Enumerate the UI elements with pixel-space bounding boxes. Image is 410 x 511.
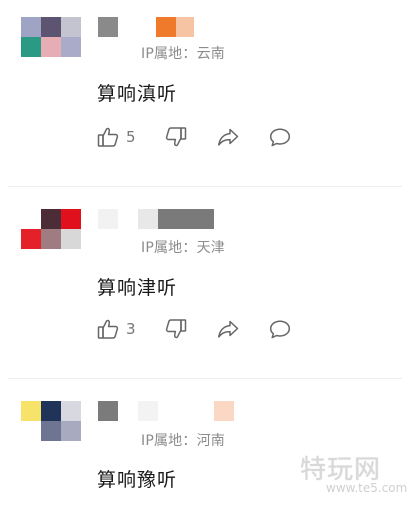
avatar-pixel [61, 421, 81, 441]
avatar-pixel [21, 401, 41, 421]
comment-bubble-icon [268, 317, 292, 341]
thumbs-up-icon [96, 125, 120, 149]
username-pixel [98, 209, 118, 229]
comment-item: IP属地：天津 算响津听 3 [0, 188, 410, 380]
avatar-pixel [61, 401, 81, 421]
avatar-pixel [41, 37, 61, 57]
like-button[interactable]: 3 [96, 317, 136, 341]
comment-actions: 3 [96, 317, 316, 341]
ip-location: IP属地：云南 [141, 46, 225, 62]
username-pixel [138, 209, 158, 229]
comment-actions: 5 [96, 125, 316, 149]
comment-text: 算响豫听 [97, 469, 178, 491]
avatar-pixel [61, 37, 81, 57]
reply-button[interactable] [268, 317, 292, 341]
share-button[interactable] [216, 125, 240, 149]
thumbs-down-icon [164, 317, 188, 341]
username[interactable] [98, 17, 228, 37]
avatar[interactable] [21, 209, 81, 249]
watermark-url: www.te5.com [326, 481, 408, 495]
username-pixel [214, 401, 234, 421]
avatar-pixel [21, 229, 41, 249]
avatar-pixel [21, 17, 41, 37]
share-arrow-icon [216, 317, 240, 341]
comment-text: 算响滇听 [97, 83, 178, 105]
dislike-button[interactable] [164, 317, 188, 341]
comment-item: IP属地：云南 算响滇听 5 [0, 0, 410, 188]
comment-text: 算响津听 [97, 277, 178, 299]
avatar-pixel [41, 209, 61, 229]
username-pixel [138, 401, 158, 421]
like-count: 5 [126, 128, 136, 146]
ip-location: IP属地：河南 [141, 433, 225, 449]
reply-button[interactable] [268, 125, 292, 149]
avatar-pixel [41, 17, 61, 37]
thumbs-up-icon [96, 317, 120, 341]
avatar-pixel [21, 209, 41, 229]
avatar-pixel [41, 421, 61, 441]
username-pixel [176, 17, 194, 37]
avatar-pixel [61, 17, 81, 37]
share-button[interactable] [216, 317, 240, 341]
username[interactable] [98, 209, 228, 229]
avatar-pixel [41, 229, 61, 249]
ip-location: IP属地：天津 [141, 240, 225, 256]
username-pixel [158, 209, 214, 229]
dislike-button[interactable] [164, 125, 188, 149]
username-pixel [98, 17, 118, 37]
avatar-pixel [61, 209, 81, 229]
divider [8, 378, 402, 379]
avatar-pixel [61, 229, 81, 249]
site-watermark: 特玩网 www.te5.com [300, 449, 407, 501]
thumbs-down-icon [164, 125, 188, 149]
avatar-pixel [21, 421, 41, 441]
avatar-pixel [21, 37, 41, 57]
share-arrow-icon [216, 125, 240, 149]
like-button[interactable]: 5 [96, 125, 136, 149]
divider [8, 186, 402, 187]
avatar[interactable] [21, 17, 81, 57]
avatar[interactable] [21, 401, 81, 441]
avatar-pixel [41, 401, 61, 421]
username-pixel [98, 401, 118, 421]
like-count: 3 [126, 320, 136, 338]
comment-bubble-icon [268, 125, 292, 149]
username[interactable] [98, 401, 234, 421]
username-pixel [156, 17, 176, 37]
